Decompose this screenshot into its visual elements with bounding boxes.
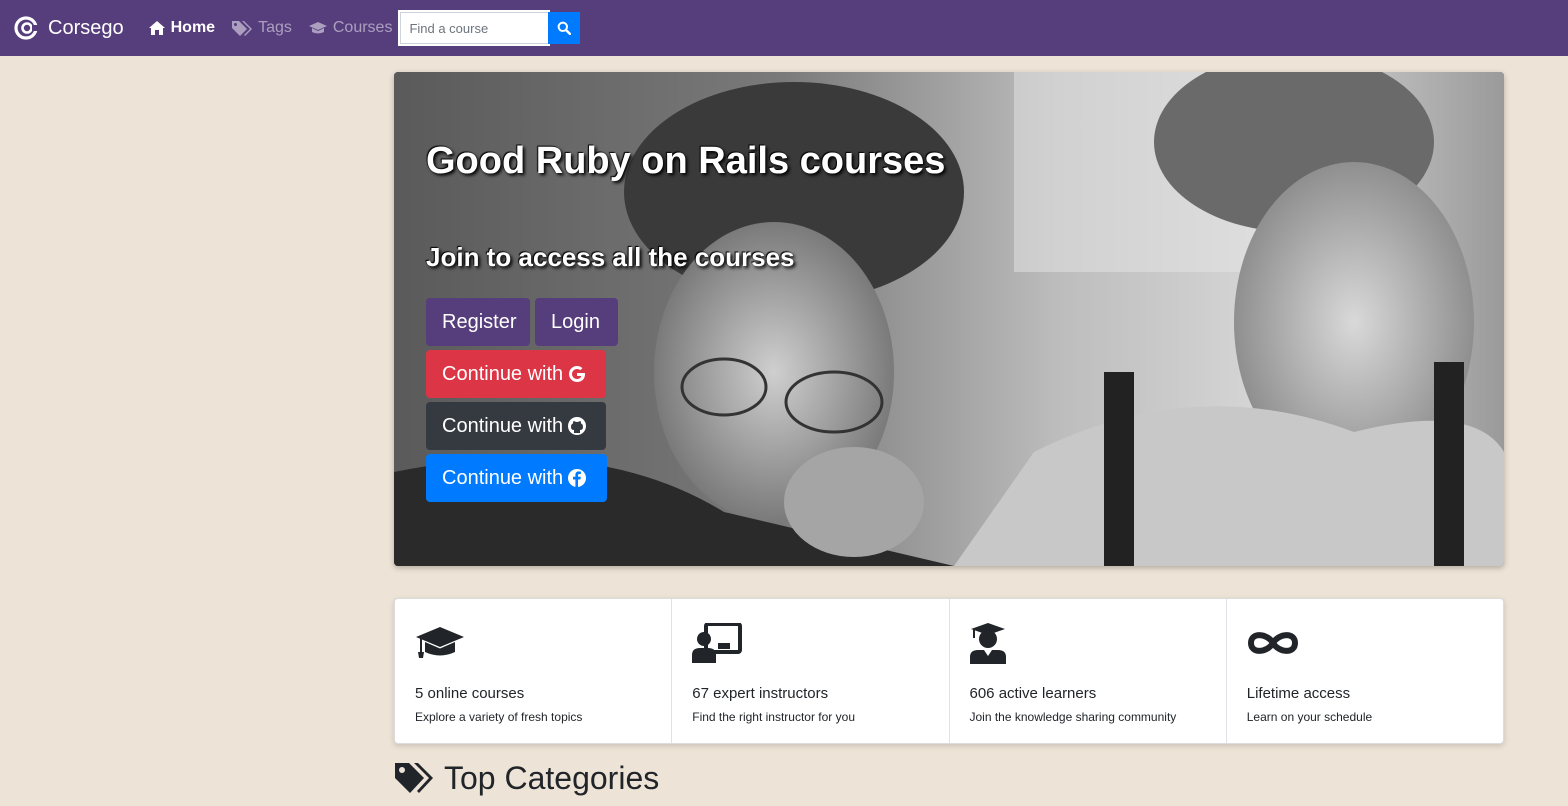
continue-with-github-button[interactable]: Continue with [426, 402, 606, 450]
google-label: Continue with [442, 362, 564, 385]
google-icon [569, 366, 586, 382]
graduation-cap-icon [308, 22, 327, 34]
nav-tags[interactable]: Tags [231, 19, 292, 37]
continue-with-facebook-button[interactable]: Continue with [426, 454, 607, 502]
login-button[interactable]: Login [535, 298, 618, 346]
hero-title: Good Ruby on Rails courses [426, 140, 946, 182]
nav-courses-label: Courses [332, 19, 393, 36]
home-icon [148, 21, 165, 35]
chalkboard-teacher-icon [692, 623, 743, 663]
graduation-cap-icon [416, 627, 464, 658]
search-button[interactable] [548, 12, 581, 44]
github-icon [568, 417, 587, 435]
tags-icon [232, 21, 253, 36]
top-categories-heading: Top Categories [394, 760, 659, 797]
hero-banner: Good Ruby on Rails courses Join to acces… [394, 72, 1504, 566]
nav-home-label: Home [170, 19, 216, 36]
hero-subtitle: Join to access all the courses [426, 242, 795, 272]
feature-learners: 606 active learners Join the knowledge s… [950, 599, 1227, 743]
search-icon [558, 21, 572, 35]
continue-with-google-button[interactable]: Continue with [426, 350, 606, 398]
nav-home[interactable]: Home [148, 19, 215, 37]
feature-courses-desc: Explore a variety of fresh topics [415, 710, 583, 724]
register-button[interactable]: Register [426, 298, 530, 346]
features-panel: 5 online courses Explore a variety of fr… [394, 598, 1504, 744]
brand-name: Corsego [48, 16, 124, 39]
login-label: Login [551, 310, 600, 333]
feature-instructors-desc: Find the right instructor for you [692, 710, 855, 724]
feature-lifetime-desc: Learn on your schedule [1246, 710, 1373, 724]
infinity-icon [1247, 632, 1298, 654]
register-label: Register [442, 310, 517, 333]
brand-logo-icon [14, 16, 38, 40]
github-label: Continue with [442, 414, 564, 437]
user-graduate-icon [969, 623, 1006, 664]
section-title: Top Categories [444, 760, 660, 796]
feature-instructors: 67 expert instructors Find the right ins… [672, 599, 950, 743]
nav-courses[interactable]: Courses [308, 19, 393, 37]
feature-instructors-title: 67 expert instructors [692, 685, 829, 702]
nav-tags-label: Tags [258, 19, 292, 36]
facebook-icon [568, 469, 587, 487]
top-navbar: Corsego Home Tags Courses [0, 0, 1568, 56]
brand-link[interactable]: Corsego [14, 16, 124, 40]
search-form [398, 10, 581, 46]
feature-courses: 5 online courses Explore a variety of fr… [395, 599, 673, 743]
feature-learners-desc: Join the knowledge sharing community [969, 710, 1177, 724]
facebook-label: Continue with [442, 466, 564, 489]
feature-lifetime-title: Lifetime access [1246, 685, 1351, 702]
feature-lifetime: Lifetime access Learn on your schedule [1227, 599, 1503, 743]
feature-learners-title: 606 active learners [969, 685, 1097, 702]
feature-courses-title: 5 online courses [415, 685, 525, 702]
tags-icon [395, 762, 433, 793]
search-input[interactable] [398, 10, 551, 46]
